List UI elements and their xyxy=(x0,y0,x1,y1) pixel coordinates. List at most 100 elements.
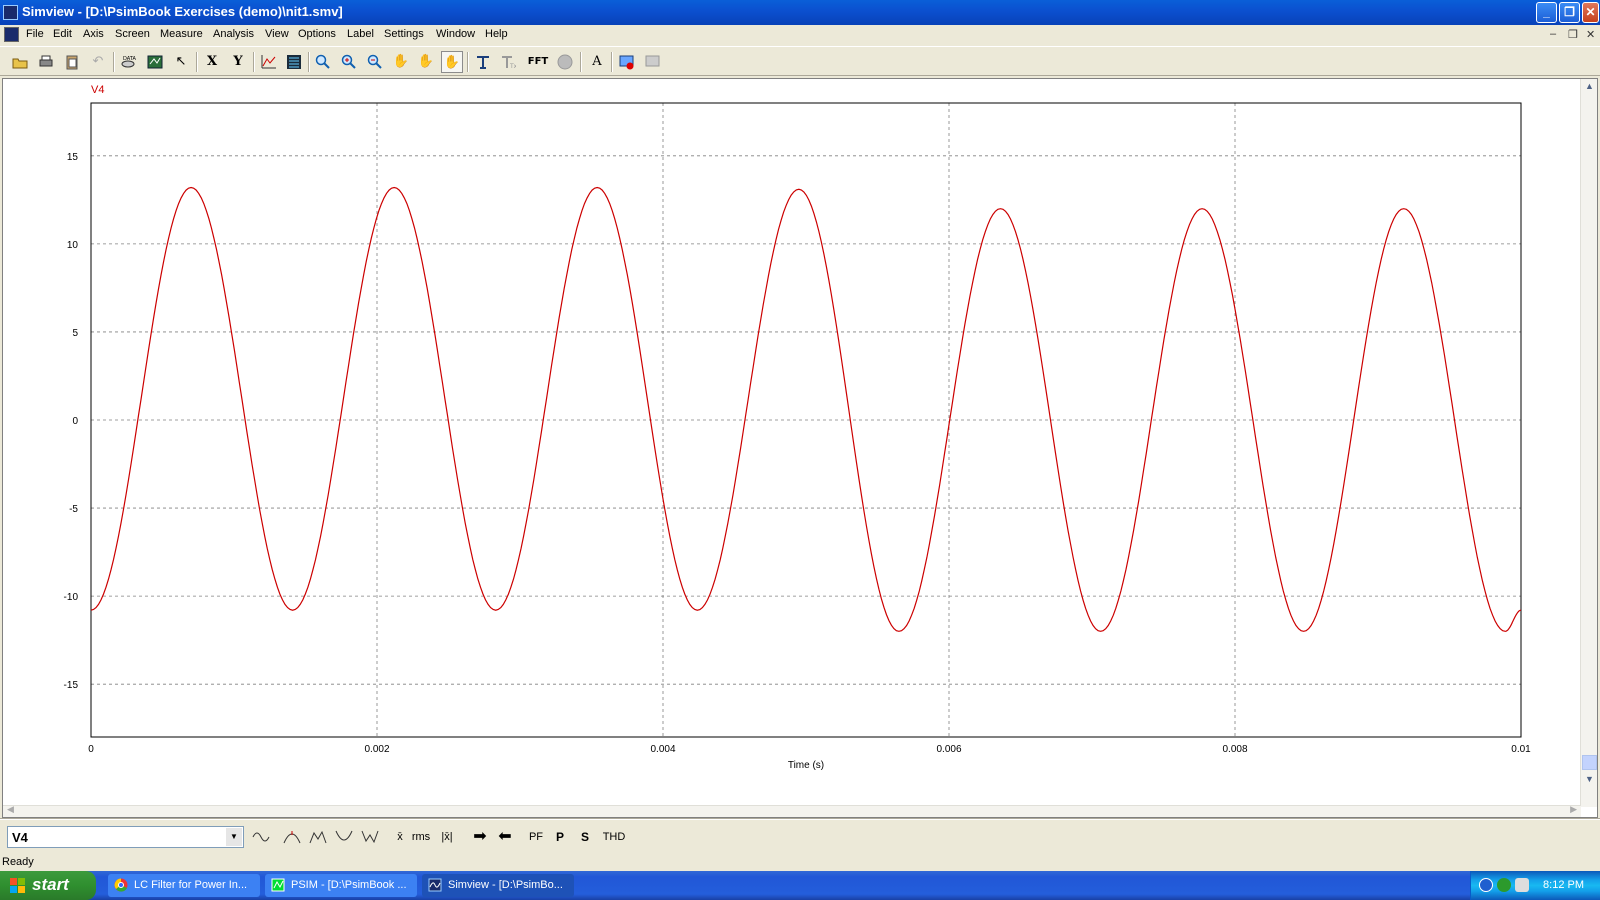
taskbar-item-label: PSIM - [D:\PsimBook ... xyxy=(291,879,407,891)
y-tick-label: 15 xyxy=(67,152,79,163)
x-axis-icon[interactable]: X xyxy=(201,51,223,73)
scroll-left-arrow[interactable]: ◀ xyxy=(7,804,14,815)
menu-settings[interactable]: Settings xyxy=(384,28,424,40)
open-icon[interactable] xyxy=(9,51,31,73)
menu-edit[interactable]: Edit xyxy=(53,28,72,40)
average-icon[interactable]: x̄ xyxy=(392,827,408,847)
chevron-down-icon[interactable]: ▼ xyxy=(226,828,242,846)
psim-icon xyxy=(271,878,285,892)
y-tick-label: 0 xyxy=(72,416,78,427)
menu-bar: File Edit Axis Screen Measure Analysis V… xyxy=(0,25,1600,45)
menu-file[interactable]: File xyxy=(26,28,44,40)
menu-measure[interactable]: Measure xyxy=(160,28,203,40)
pf-button[interactable]: PF xyxy=(526,827,546,847)
trace-group xyxy=(90,186,1521,632)
graph-window: V4 Time (s) 0 0.002 0.004 0.006 0.008 0.01 15 1… xyxy=(2,78,1598,818)
show-hidden-icons-icon[interactable] xyxy=(1479,878,1493,892)
marker-text-icon[interactable]: Tx xyxy=(497,51,519,73)
taskbar-item-lc-filter[interactable]: LC Filter for Power In... xyxy=(108,874,260,897)
toolbar-separator xyxy=(467,52,469,72)
minimize-button[interactable]: _ xyxy=(1536,2,1557,23)
text-icon[interactable]: A xyxy=(586,51,608,73)
x-tick-label: 0.004 xyxy=(650,744,675,755)
sine-icon[interactable] xyxy=(250,827,272,847)
chart-title: V4 xyxy=(91,84,104,96)
grid-lines xyxy=(91,103,1521,737)
pan-hand-icon[interactable]: ✋ xyxy=(390,51,412,73)
marker-icon[interactable] xyxy=(472,51,494,73)
undo-icon[interactable]: ↶ xyxy=(87,51,109,73)
scroll-up-arrow[interactable]: ▲ xyxy=(1582,79,1597,94)
horizontal-scrollbar[interactable]: ◀ ▶ xyxy=(3,804,1581,817)
harmonic-icon[interactable] xyxy=(554,51,576,73)
fft-icon[interactable]: FFT xyxy=(527,51,549,73)
status-bar: Ready xyxy=(0,854,1600,871)
tray-app-icon[interactable] xyxy=(1497,878,1511,892)
taskbar-item-simview[interactable]: Simview - [D:\PsimBo... xyxy=(422,874,574,897)
arrow-right-icon[interactable]: ➡ xyxy=(470,827,490,847)
menu-screen[interactable]: Screen xyxy=(115,28,150,40)
pan-horizontal-icon[interactable]: ✋ xyxy=(441,51,463,73)
app-icon xyxy=(3,5,18,20)
svg-text:Tx: Tx xyxy=(509,63,516,70)
mdi-minimize-button[interactable]: – xyxy=(1550,28,1556,40)
zoom-out-icon[interactable] xyxy=(364,51,386,73)
p-button[interactable]: P xyxy=(552,827,568,847)
y-tick-label: 5 xyxy=(72,328,78,339)
menu-help[interactable]: Help xyxy=(485,28,508,40)
start-label: start xyxy=(32,875,69,894)
s-button[interactable]: S xyxy=(577,827,593,847)
curve-icon[interactable] xyxy=(258,51,280,73)
menu-view[interactable]: View xyxy=(265,28,289,40)
taskbar-item-label: LC Filter for Power In... xyxy=(134,879,248,891)
tick-labels: 0 0.002 0.004 0.006 0.008 0.01 15 10 5 0 -5 -10 -15 xyxy=(64,152,1532,755)
table-icon[interactable] xyxy=(283,51,305,73)
taskbar-item-psim[interactable]: PSIM - [D:\PsimBook ... xyxy=(265,874,417,897)
data-icon[interactable]: DATA xyxy=(117,51,139,73)
select-icon[interactable]: ↖ xyxy=(170,51,192,73)
rms-button[interactable]: rms xyxy=(410,827,432,847)
menu-window[interactable]: Window xyxy=(436,28,475,40)
curve-select[interactable]: V4 ▼ xyxy=(7,826,244,848)
thd-button[interactable]: THD xyxy=(601,827,627,847)
min-icon[interactable] xyxy=(333,827,355,847)
menu-options[interactable]: Options xyxy=(298,28,336,40)
local-min-icon[interactable] xyxy=(359,827,381,847)
record-icon[interactable] xyxy=(616,51,638,73)
menu-label[interactable]: Label xyxy=(347,28,374,40)
abs-average-icon[interactable]: |x̄| xyxy=(438,827,456,847)
waveform-chart[interactable]: V4 Time (s) 0 0.002 0.004 0.006 0.008 0.01 15 1… xyxy=(3,79,1579,805)
measure-toolbar: V4 ▼ x̄ rms |x̄| ➡ ⬅ PF P S THD xyxy=(0,820,1600,854)
y-axis-icon[interactable]: Y xyxy=(227,51,249,73)
add-curve-icon[interactable] xyxy=(144,51,166,73)
max-icon[interactable] xyxy=(281,827,303,847)
local-max-icon[interactable] xyxy=(307,827,329,847)
mdi-close-button[interactable]: ✕ xyxy=(1586,28,1595,41)
simview-icon xyxy=(428,878,442,892)
y-tick-label: 10 xyxy=(67,240,79,251)
zoom-in-icon[interactable] xyxy=(338,51,360,73)
document-icon[interactable] xyxy=(4,27,19,42)
start-button[interactable]: start xyxy=(0,871,96,900)
y-tick-label: -5 xyxy=(69,504,78,515)
scroll-thumb[interactable] xyxy=(1582,755,1597,770)
paste-icon[interactable] xyxy=(61,51,83,73)
network-icon[interactable] xyxy=(1515,878,1529,892)
toolbar-separator xyxy=(196,52,198,72)
scroll-down-arrow[interactable]: ▼ xyxy=(1582,772,1597,787)
taskbar: start LC Filter for Power In... PSIM - [… xyxy=(0,871,1600,900)
close-button[interactable]: ✕ xyxy=(1582,2,1599,23)
pan-vertical-icon[interactable]: ✋ xyxy=(415,51,437,73)
exit-record-icon[interactable] xyxy=(642,51,664,73)
restore-button[interactable]: ❐ xyxy=(1559,2,1580,23)
series-line-v4 xyxy=(90,186,1521,632)
zoom-icon[interactable] xyxy=(312,51,334,73)
arrow-left-icon[interactable]: ⬅ xyxy=(495,827,515,847)
scroll-right-arrow[interactable]: ▶ xyxy=(1570,804,1577,815)
print-icon[interactable] xyxy=(35,51,57,73)
menu-axis[interactable]: Axis xyxy=(83,28,104,40)
vertical-scrollbar[interactable]: ▲ ▼ xyxy=(1580,79,1597,807)
menu-analysis[interactable]: Analysis xyxy=(213,28,254,40)
x-tick-label: 0.006 xyxy=(936,744,961,755)
mdi-restore-button[interactable]: ❐ xyxy=(1568,28,1578,41)
